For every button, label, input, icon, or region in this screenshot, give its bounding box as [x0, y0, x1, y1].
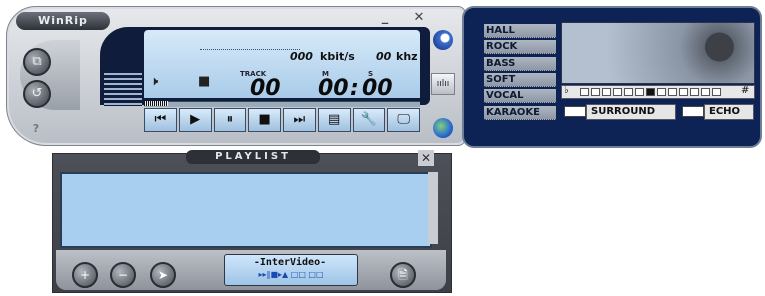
echo-checkbox[interactable]	[682, 106, 704, 117]
pitch-step[interactable]	[613, 88, 622, 96]
close-button[interactable]: ✕	[410, 10, 428, 26]
mute-icon[interactable]: 🕨	[150, 74, 158, 89]
pitch-step[interactable]	[712, 88, 721, 96]
display-mode-button[interactable]: 🖵	[387, 108, 420, 132]
playlist-list[interactable]	[60, 172, 432, 248]
restore-button[interactable]: ↺	[23, 80, 51, 108]
effect-hall[interactable]: HALL	[484, 24, 556, 38]
effect-rock[interactable]: ROCK	[484, 40, 556, 54]
select-button[interactable]: ➤	[150, 262, 176, 288]
frequency-value: 00	[376, 50, 392, 63]
transport-controls: ⏮ ▶ ⏸ ■ ⏭ ▤ 🔧 🖵	[144, 108, 420, 132]
pitch-step[interactable]	[657, 88, 666, 96]
pitch-step[interactable]	[690, 88, 699, 96]
time-colon: :	[350, 76, 359, 101]
track-number: 00	[250, 76, 281, 101]
surround-checkbox[interactable]	[564, 106, 586, 117]
minimize-button[interactable]: _	[376, 10, 394, 26]
logo-text: -InterVideo-	[253, 257, 327, 268]
remove-button[interactable]: −	[110, 262, 136, 288]
globe-icon[interactable]	[433, 118, 453, 138]
seek-position[interactable]	[144, 101, 168, 106]
effect-visualization	[561, 22, 755, 84]
flat-icon: ♭	[564, 85, 569, 96]
pitch-step[interactable]	[668, 88, 677, 96]
playlist-toggle-button[interactable]: ▤	[317, 108, 351, 132]
file-button[interactable]: 🗎	[390, 262, 416, 288]
playlist-scrollbar[interactable]	[428, 172, 438, 244]
seek-bar[interactable]	[144, 101, 420, 107]
surround-label: SURROUND	[586, 104, 676, 120]
effect-bass[interactable]: BASS	[484, 57, 556, 71]
frequency-unit: khz	[396, 50, 418, 63]
pitch-step[interactable]	[635, 88, 644, 96]
effect-karaoke[interactable]: KARAOKE	[484, 106, 556, 120]
pause-button[interactable]: ⏸	[213, 108, 247, 132]
pitch-step[interactable]	[646, 88, 655, 96]
pitch-step[interactable]	[701, 88, 710, 96]
settings-button[interactable]: 🔧	[352, 108, 386, 132]
sharp-icon: #	[741, 85, 750, 96]
pitch-step[interactable]	[580, 88, 589, 96]
play-button[interactable]: ▶	[178, 108, 212, 132]
help-button[interactable]: ?	[28, 122, 44, 136]
moon-icon[interactable]	[433, 30, 453, 50]
app-logo: WinRip	[16, 12, 110, 30]
effect-vocal[interactable]: VOCAL	[484, 89, 556, 103]
minutes-value: 00	[318, 76, 349, 101]
pitch-step[interactable]	[591, 88, 600, 96]
bitrate-unit: kbit/s	[320, 50, 355, 63]
playlist-close-button[interactable]: ✕	[418, 150, 434, 166]
add-button[interactable]: +	[72, 262, 98, 288]
equalizer-button[interactable]: ıılıı	[431, 73, 455, 95]
lcd-dotline	[200, 49, 300, 50]
pitch-step[interactable]	[602, 88, 611, 96]
echo-label: ECHO	[704, 104, 754, 120]
stop-button[interactable]: ■	[248, 108, 281, 132]
effect-soft[interactable]: SOFT	[484, 73, 556, 87]
volume-slider[interactable]	[104, 70, 142, 106]
pitch-step[interactable]	[679, 88, 688, 96]
logo-subtext: ▸▸‖■▸▲ □□ □□	[258, 270, 324, 279]
stop-indicator-icon: ■	[198, 74, 211, 89]
next-button[interactable]: ⏭	[283, 108, 316, 132]
pitch-step[interactable]	[624, 88, 633, 96]
previous-button[interactable]: ⏮	[144, 108, 177, 132]
bitrate-value: 000	[290, 50, 313, 63]
window-mode-button[interactable]: ⧉	[23, 48, 51, 76]
playlist-title: PLAYLIST	[186, 150, 320, 164]
seconds-value: 00	[362, 76, 393, 101]
